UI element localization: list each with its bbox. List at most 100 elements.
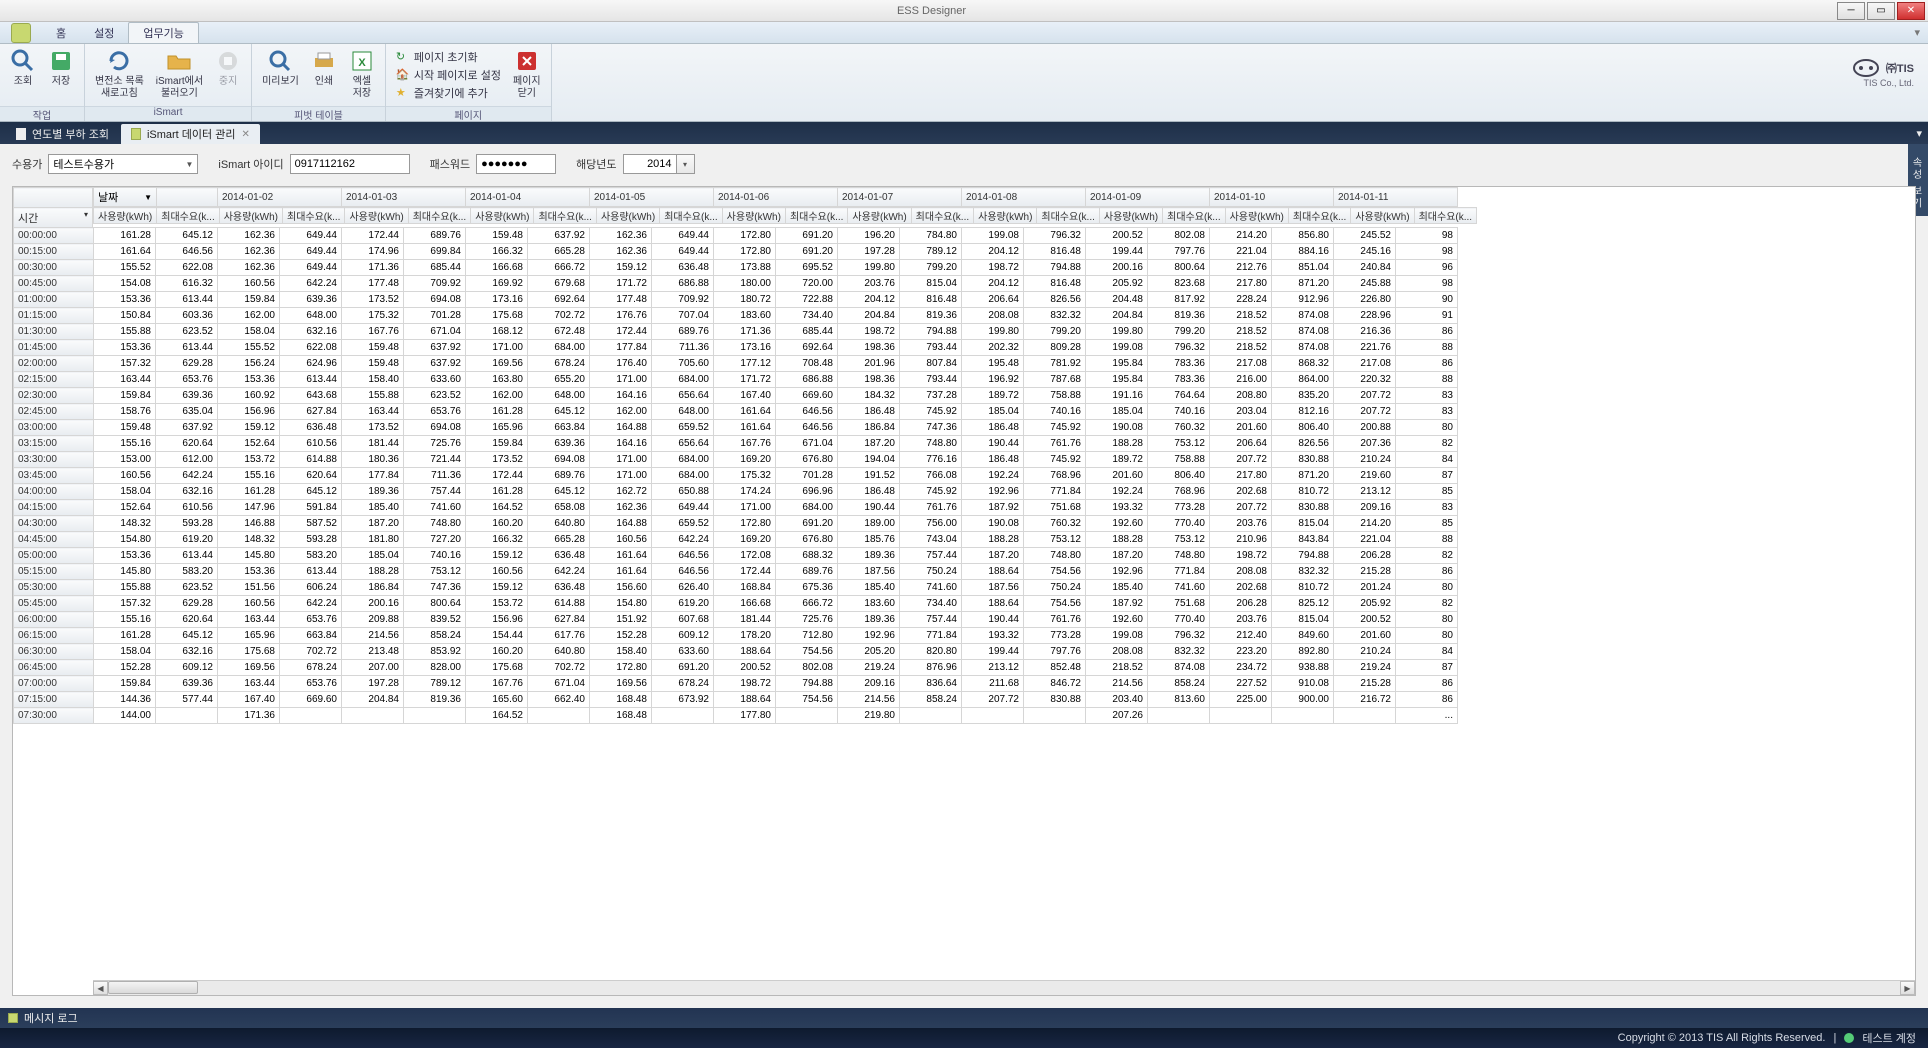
scroll-left-button[interactable]: ◀ (93, 981, 108, 995)
column-usage[interactable]: 사용량(kWh) (722, 208, 785, 224)
doc-tab-annual-load[interactable]: 연도별 부하 조회 (6, 124, 119, 144)
close-button[interactable]: ✕ (1897, 2, 1925, 20)
time-cell: 00:00:00 (14, 228, 94, 244)
app-logo-button[interactable] (0, 22, 42, 43)
close-icon[interactable]: ✕ (241, 129, 249, 140)
column-usage[interactable]: 사용량(kWh) (848, 208, 911, 224)
column-peak[interactable]: 최대수요(k... (408, 208, 470, 224)
ribbon-stop-button[interactable]: 중지 (209, 46, 247, 104)
data-cell: 160.56 (94, 468, 156, 484)
scroll-right-button[interactable]: ▶ (1900, 981, 1915, 995)
data-cell: 205.92 (1086, 276, 1148, 292)
data-cell: 622.08 (280, 340, 342, 356)
ribbon-set-start-page[interactable]: 🏠시작 페이지로 설정 (396, 67, 501, 83)
column-peak[interactable]: 최대수요(k... (1163, 208, 1225, 224)
data-cell: 678.24 (652, 676, 714, 692)
data-cell: 156.60 (590, 580, 652, 596)
column-peak[interactable]: 최대수요(k... (157, 208, 219, 224)
data-cell: 686.88 (776, 372, 838, 388)
horizontal-scrollbar[interactable]: ◀ ▶ (93, 980, 1915, 995)
date-header[interactable]: 2014-01-11 (1334, 188, 1458, 207)
menu-tab-work[interactable]: 업무기능 (128, 22, 198, 43)
data-cell: 185.04 (1086, 404, 1148, 420)
date-header[interactable]: 2014-01-06 (714, 188, 838, 207)
status-bar[interactable]: 메시지 로그 (0, 1008, 1928, 1028)
column-peak[interactable]: 최대수요(k... (1414, 208, 1476, 224)
time-cell: 02:45:00 (14, 404, 94, 420)
data-cell: 609.12 (156, 660, 218, 676)
column-usage[interactable]: 사용량(kWh) (1351, 208, 1414, 224)
data-cell: 796.32 (1024, 228, 1086, 244)
data-cell: 153.36 (94, 292, 156, 308)
ribbon-close-page-button[interactable]: 페이지 닫기 (507, 46, 547, 104)
password-input[interactable]: ●●●●●●● (476, 154, 556, 174)
column-usage[interactable]: 사용량(kWh) (1099, 208, 1162, 224)
column-usage[interactable]: 사용량(kWh) (596, 208, 659, 224)
date-header[interactable]: 2014-01-04 (466, 188, 590, 207)
data-cell: 86 (1396, 564, 1458, 580)
date-header[interactable]: 2014-01-05 (590, 188, 714, 207)
data-cell: 619.20 (156, 532, 218, 548)
column-peak[interactable]: 최대수요(k... (911, 208, 973, 224)
ribbon-page-reset[interactable]: ↻페이지 초기화 (396, 49, 501, 65)
column-peak[interactable]: 최대수요(k... (283, 208, 345, 224)
year-input[interactable] (623, 154, 677, 174)
time-cell: 06:45:00 (14, 660, 94, 676)
column-usage[interactable]: 사용량(kWh) (471, 208, 534, 224)
minimize-button[interactable]: ─ (1837, 2, 1865, 20)
column-usage[interactable]: 사용량(kWh) (219, 208, 282, 224)
data-cell: 225.00 (1210, 692, 1272, 708)
ribbon-add-favorite[interactable]: ★즐겨찾기에 추가 (396, 85, 501, 101)
data-cell: 173.52 (466, 452, 528, 468)
column-usage[interactable]: 사용량(kWh) (1225, 208, 1288, 224)
data-cell: 852.48 (1024, 660, 1086, 676)
ribbon-search-button[interactable]: 조회 (4, 46, 42, 104)
doc-tab-ismart-data[interactable]: iSmart 데이터 관리✕ (121, 124, 260, 144)
column-usage[interactable]: 사용량(kWh) (974, 208, 1037, 224)
menu-tab-settings[interactable]: 설정 (80, 22, 128, 43)
column-peak[interactable]: 최대수요(k... (1288, 208, 1350, 224)
ribbon-print-button[interactable]: 인쇄 (305, 46, 343, 104)
date-dropdown[interactable]: 날짜▼ (93, 187, 157, 207)
data-cell: 190.44 (962, 612, 1024, 628)
consumer-combo[interactable]: 테스트수용가▼ (48, 154, 198, 174)
data-cell: 196.92 (962, 372, 1024, 388)
column-peak[interactable]: 최대수요(k... (660, 208, 722, 224)
ribbon-excel-button[interactable]: X엑셀 저장 (343, 46, 381, 104)
ribbon-preview-button[interactable]: 미리보기 (256, 46, 305, 104)
doc-tab-dropdown[interactable]: ▾ (1910, 127, 1928, 140)
data-cell: 609.12 (652, 628, 714, 644)
data-cell: 820.80 (900, 644, 962, 660)
column-usage[interactable]: 사용량(kWh) (94, 208, 157, 224)
data-cell: 646.56 (776, 404, 838, 420)
column-usage[interactable]: 사용량(kWh) (345, 208, 408, 224)
ribbon-refresh-button[interactable]: 변전소 목록 새로고침 (89, 46, 150, 104)
column-peak[interactable]: 최대수요(k... (1037, 208, 1099, 224)
data-cell: 213.48 (342, 644, 404, 660)
data-cell: 648.00 (280, 308, 342, 324)
ribbon-import-button[interactable]: iSmart에서 불러오기 (150, 46, 209, 104)
ribbon-save-button[interactable]: 저장 (42, 46, 80, 104)
data-cell: 217.08 (1334, 356, 1396, 372)
date-header[interactable]: 2014-01-02 (218, 188, 342, 207)
date-header[interactable]: 2014-01-07 (838, 188, 962, 207)
date-header[interactable]: 2014-01-10 (1210, 188, 1334, 207)
data-cell: 161.28 (94, 628, 156, 644)
data-cell: 758.88 (1024, 388, 1086, 404)
date-header[interactable]: 2014-01-03 (342, 188, 466, 207)
data-cell: 688.32 (776, 548, 838, 564)
maximize-button[interactable]: ▭ (1867, 2, 1895, 20)
menu-tab-home[interactable]: 홈 (42, 22, 80, 43)
column-peak[interactable]: 최대수요(k... (785, 208, 847, 224)
ribbon-minimize-icon[interactable]: ▾ (1906, 22, 1928, 43)
ismart-id-input[interactable] (290, 154, 410, 174)
date-header[interactable]: 2014-01-09 (1086, 188, 1210, 207)
data-cell: 753.12 (1024, 532, 1086, 548)
date-header[interactable]: 2014-01-08 (962, 188, 1086, 207)
year-spinner[interactable]: ▾ (677, 154, 695, 174)
data-cell: 144.36 (94, 692, 156, 708)
scroll-thumb[interactable] (108, 981, 198, 994)
column-peak[interactable]: 최대수요(k... (534, 208, 596, 224)
data-cell: 167.76 (466, 676, 528, 692)
data-cell: 162.72 (590, 484, 652, 500)
